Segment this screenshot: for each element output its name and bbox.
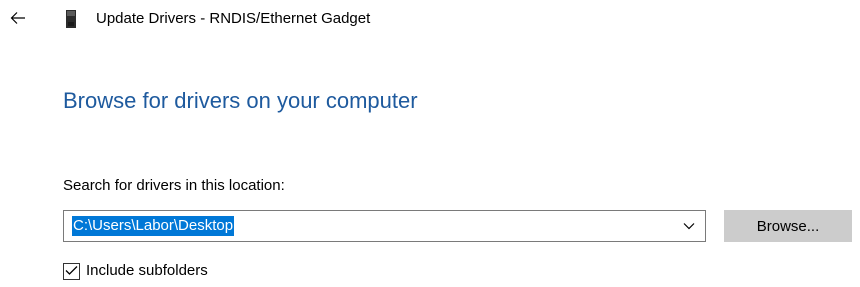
path-dropdown-button[interactable] [673, 211, 705, 241]
window-title: Update Drivers - RNDIS/Ethernet Gadget [96, 10, 371, 27]
path-combobox[interactable]: C:\Users\Labor\Desktop [63, 210, 706, 242]
path-input[interactable]: C:\Users\Labor\Desktop [72, 216, 235, 236]
checkmark-icon [65, 263, 78, 281]
location-label: Search for drivers in this location: [63, 177, 285, 194]
include-subfolders-label[interactable]: Include subfolders [86, 261, 208, 281]
back-button[interactable] [6, 8, 30, 32]
page-heading: Browse for drivers on your computer [63, 88, 418, 113]
arrow-left-icon [10, 11, 26, 30]
include-subfolders-checkbox[interactable] [63, 263, 80, 280]
chevron-down-icon [683, 217, 695, 235]
device-icon [65, 10, 77, 28]
browse-button[interactable]: Browse... [724, 210, 852, 242]
